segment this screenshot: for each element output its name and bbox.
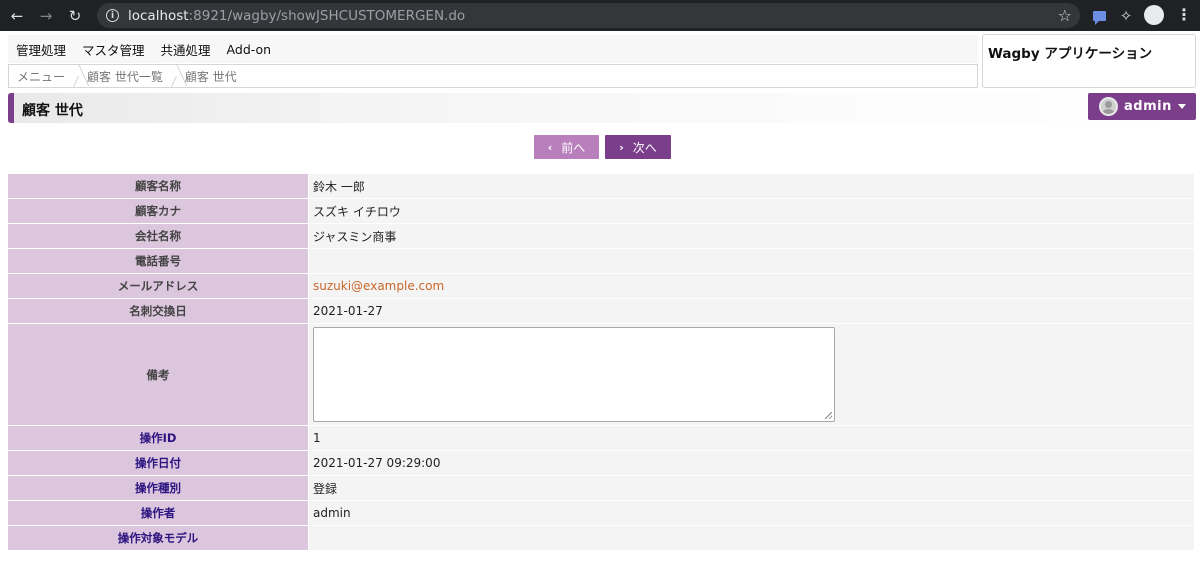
- field-row-notes: 備考: [8, 324, 1194, 426]
- field-row-operation-id: 操作ID 1: [8, 426, 1194, 451]
- field-value: [308, 526, 1194, 550]
- field-row-operator: 操作者 admin: [8, 501, 1194, 526]
- breadcrumb-customer-list[interactable]: 顧客 世代一覧: [79, 65, 177, 87]
- chevron-left-icon: ‹: [547, 140, 553, 154]
- field-value: 鈴木 一郎: [308, 174, 1194, 198]
- detail-table: 顧客名称 鈴木 一郎 顧客カナ スズキ イチロウ 会社名称 ジャスミン商事 電話…: [8, 174, 1194, 551]
- chevron-right-icon: ›: [619, 140, 624, 154]
- field-label: メールアドレス: [8, 274, 308, 298]
- field-row-operation-date: 操作日付 2021-01-27 09:29:00: [8, 451, 1194, 476]
- menu-item-addon[interactable]: Add-on: [227, 42, 272, 57]
- menu-item-management[interactable]: 管理処理: [16, 40, 66, 59]
- user-avatar-icon: [1099, 97, 1118, 116]
- extensions-puzzle-icon[interactable]: ✧: [1115, 5, 1137, 27]
- field-value: [308, 249, 1194, 273]
- back-arrow-icon[interactable]: ←: [5, 4, 29, 28]
- field-label: 顧客カナ: [8, 199, 308, 223]
- field-label: 電話番号: [8, 249, 308, 273]
- field-row-email: メールアドレス suzuki@example.com: [8, 274, 1194, 299]
- url-host: localhost: [128, 7, 189, 24]
- field-label: 操作ID: [8, 426, 308, 450]
- field-value: 登録: [308, 476, 1194, 500]
- address-bar[interactable]: i localhost:8921/wagby/showJSHCUSTOMERGE…: [97, 3, 1080, 28]
- prev-button-label: 前へ: [561, 140, 586, 155]
- field-row-operation-model: 操作対象モデル: [8, 526, 1194, 551]
- page-title: 顧客 世代: [22, 103, 83, 119]
- bookmark-star-icon[interactable]: ☆: [1058, 6, 1072, 25]
- browser-menu-icon[interactable]: ⋮: [1176, 5, 1192, 24]
- field-value: スズキ イチロウ: [308, 199, 1194, 223]
- app-title-box: Wagby アプリケーション: [982, 34, 1196, 88]
- menu-item-common[interactable]: 共通処理: [161, 40, 211, 59]
- main-menu: 管理処理 マスタ管理 共通処理 Add-on: [8, 35, 978, 63]
- field-row-company-name: 会社名称 ジャスミン商事: [8, 224, 1194, 249]
- user-name: admin: [1124, 99, 1172, 114]
- forward-arrow-icon[interactable]: →: [34, 4, 58, 28]
- chat-extension-icon[interactable]: [1088, 5, 1110, 27]
- menu-item-master[interactable]: マスタ管理: [82, 40, 145, 59]
- url-path: :8921/wagby/showJSHCUSTOMERGEN.do: [188, 7, 466, 24]
- field-label: 操作対象モデル: [8, 526, 308, 550]
- field-label: 操作種別: [8, 476, 308, 500]
- email-link[interactable]: suzuki@example.com: [308, 274, 1194, 298]
- field-value: 2021-01-27: [308, 299, 1194, 323]
- browser-toolbar: ← → ↻ i localhost:8921/wagby/showJSHCUST…: [0, 0, 1200, 31]
- breadcrumb: メニュー 顧客 世代一覧 顧客 世代: [8, 64, 978, 88]
- user-menu-button[interactable]: admin: [1088, 93, 1196, 120]
- app-title: Wagby アプリケーション: [988, 46, 1153, 62]
- field-value: 1: [308, 426, 1194, 450]
- info-icon[interactable]: i: [106, 9, 119, 22]
- chevron-down-icon: [1178, 104, 1186, 109]
- prev-button[interactable]: ‹ 前へ: [534, 135, 599, 159]
- field-row-card-exchange-date: 名刺交換日 2021-01-27: [8, 299, 1194, 324]
- breadcrumb-menu[interactable]: メニュー: [9, 65, 79, 87]
- field-row-phone: 電話番号: [8, 249, 1194, 274]
- field-label: 操作者: [8, 501, 308, 525]
- profile-avatar-icon[interactable]: [1144, 5, 1164, 25]
- page-heading: 顧客 世代: [8, 93, 1194, 123]
- url-text[interactable]: localhost:8921/wagby/showJSHCUSTOMERGEN.…: [128, 8, 465, 24]
- field-row-operation-type: 操作種別 登録: [8, 476, 1194, 501]
- field-label: 操作日付: [8, 451, 308, 475]
- field-value: admin: [308, 501, 1194, 525]
- field-label: 会社名称: [8, 224, 308, 248]
- field-label: 備考: [8, 324, 308, 425]
- next-button-label: 次へ: [632, 140, 657, 155]
- field-value: 2021-01-27 09:29:00: [308, 451, 1194, 475]
- field-value-notes: [308, 324, 1194, 425]
- notes-textarea[interactable]: [313, 327, 835, 422]
- field-label: 顧客名称: [8, 174, 308, 198]
- field-label: 名刺交換日: [8, 299, 308, 323]
- breadcrumb-current: 顧客 世代: [184, 69, 237, 84]
- resize-grip-icon[interactable]: [825, 412, 832, 419]
- next-button[interactable]: › 次へ: [605, 135, 671, 159]
- field-value: ジャスミン商事: [308, 224, 1194, 248]
- field-row-customer-kana: 顧客カナ スズキ イチロウ: [8, 199, 1194, 224]
- heading-accent-bar: [8, 93, 14, 123]
- reload-icon[interactable]: ↻: [63, 4, 87, 28]
- field-row-customer-name: 顧客名称 鈴木 一郎: [8, 174, 1194, 199]
